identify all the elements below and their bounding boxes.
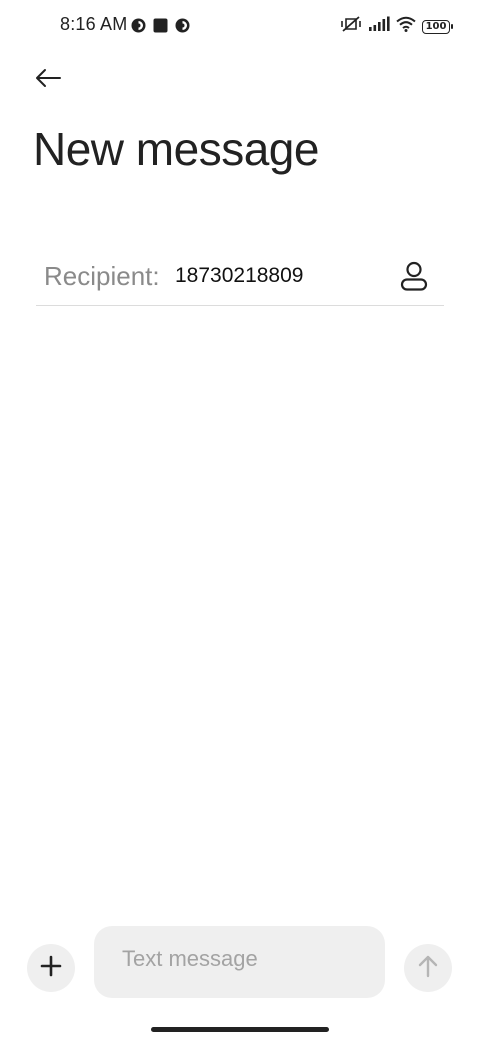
status-system-icons: 100 bbox=[340, 15, 453, 38]
status-notification-icons bbox=[131, 18, 190, 38]
signal-icon bbox=[368, 16, 390, 37]
recipient-input[interactable] bbox=[175, 264, 385, 288]
status-bar: 8:16 AM 100 bbox=[0, 0, 480, 50]
app-notification-icon bbox=[175, 18, 190, 38]
recipient-label: Recipient: bbox=[44, 261, 160, 291]
battery-icon: 100 bbox=[422, 19, 453, 34]
message-box bbox=[94, 926, 385, 998]
app-notification-icon bbox=[131, 18, 146, 38]
message-input[interactable] bbox=[122, 946, 372, 972]
back-arrow-icon bbox=[34, 68, 62, 93]
square-notification-icon bbox=[153, 18, 168, 38]
send-button[interactable] bbox=[404, 944, 452, 992]
contact-person-icon bbox=[400, 261, 428, 296]
wifi-icon bbox=[396, 16, 416, 37]
attach-button[interactable] bbox=[27, 944, 75, 992]
page-title: New message bbox=[33, 123, 319, 175]
back-button[interactable] bbox=[30, 64, 66, 96]
mute-vibrate-icon bbox=[340, 15, 362, 38]
send-arrow-up-icon bbox=[417, 954, 439, 983]
status-time: 8:16 AM bbox=[60, 14, 128, 34]
contact-picker-button[interactable] bbox=[398, 261, 430, 296]
plus-icon bbox=[40, 955, 62, 982]
home-indicator[interactable] bbox=[151, 1027, 329, 1032]
recipient-row: Recipient: bbox=[36, 248, 444, 306]
